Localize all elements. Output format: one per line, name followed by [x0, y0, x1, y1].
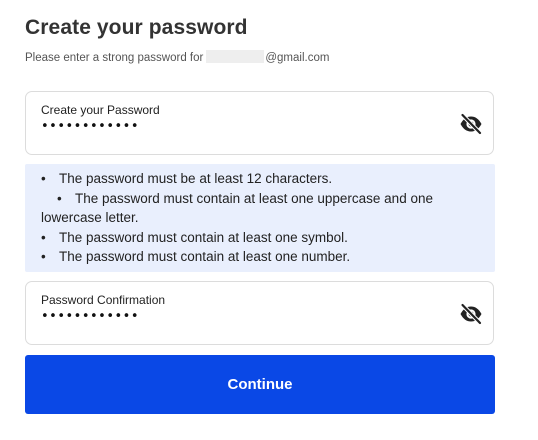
page-title: Create your password	[25, 16, 248, 39]
requirement-text: The password must contain at least one u…	[41, 190, 433, 226]
redacted-email-username	[206, 50, 265, 63]
create-password-label: Create your Password	[41, 103, 160, 117]
subtitle-email-domain: @gmail.com	[265, 52, 330, 64]
eye-slash-icon[interactable]	[459, 302, 483, 326]
create-password-field[interactable]: Create your Password ••••••••••••	[25, 91, 494, 155]
create-password-input[interactable]: ••••••••••••	[41, 119, 139, 134]
requirement-item: • The password must be at least 12 charac…	[41, 171, 333, 186]
eye-slash-icon[interactable]	[459, 112, 483, 136]
create-password-page: Create your password Please enter a stro…	[0, 0, 538, 440]
requirement-item: • The password must contain at least one …	[41, 229, 348, 245]
password-confirmation-input[interactable]: ••••••••••••	[41, 309, 139, 324]
requirement-text: The password must contain at least one n…	[59, 249, 351, 265]
requirement-text: The password must be at least 12 charact…	[59, 171, 333, 186]
requirement-item: • The password must contain at least one …	[41, 249, 351, 265]
requirement-text: The password must contain at least one s…	[59, 229, 348, 245]
continue-button[interactable]: Continue	[25, 355, 495, 414]
requirements-list: • The password must be at least 12 charac…	[41, 169, 485, 267]
requirement-item: • The password must contain at least one …	[41, 190, 433, 226]
password-confirmation-label: Password Confirmation	[41, 293, 166, 307]
page-subtitle: Please enter a strong password for @gmail…	[25, 50, 329, 64]
subtitle-prefix: Please enter a strong password for	[25, 52, 204, 64]
password-requirements: • The password must be at least 12 charac…	[25, 164, 495, 272]
password-confirmation-field[interactable]: Password Confirmation ••••••••••••	[25, 281, 494, 345]
